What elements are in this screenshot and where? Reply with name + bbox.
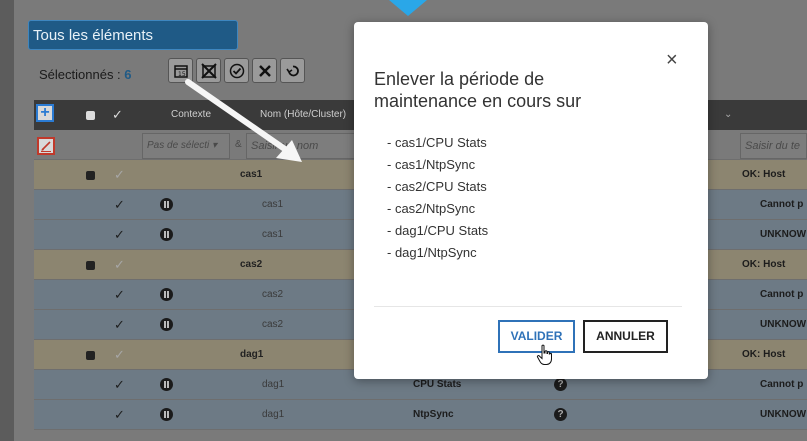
maintenance-pause-icon (160, 408, 173, 421)
annotation-arrow-icon (185, 79, 302, 162)
maintenance-pause-icon (160, 198, 173, 211)
check-icon[interactable]: ✓ (114, 160, 125, 190)
check-icon[interactable]: ✓ (114, 340, 125, 370)
host-name: dag1 (262, 379, 285, 390)
selection-label: Sélectionnés : (39, 67, 121, 82)
list-item: - cas2/CPU Stats (387, 179, 487, 194)
brush-icon (41, 141, 51, 152)
host-name: cas2 (240, 259, 263, 270)
dialog-title: Enlever la période de maintenance en cou… (374, 69, 582, 111)
page: Tous les éléments Sélectionnés : 6 15 ✓ … (0, 0, 807, 441)
hand-cursor-icon (536, 344, 552, 365)
maintenance-pause-icon (160, 228, 173, 241)
maintenance-pause-icon (160, 288, 173, 301)
service-name: NtpSync (413, 409, 454, 420)
check-icon[interactable]: ✓ (114, 400, 125, 430)
unknown-state-icon: ? (554, 378, 567, 391)
status-text: OK: Host alive (742, 259, 786, 300)
check-icon[interactable]: ✓ (114, 250, 125, 280)
maintenance-pause-icon (160, 378, 173, 391)
selection-count: 6 (124, 67, 132, 82)
status-text: Cannot p (760, 199, 804, 210)
collapse-all-icon[interactable] (86, 111, 95, 120)
status-text: Cannot p (760, 289, 804, 300)
host-name: dag1 (262, 409, 285, 420)
selection-summary: Sélectionnés : 6 (39, 67, 132, 82)
column-chevron-icon[interactable]: ⌄ (724, 100, 732, 130)
status-text: OK: Host alive (742, 349, 786, 390)
check-icon[interactable]: ✓ (114, 310, 125, 340)
check-icon[interactable]: ✓ (114, 280, 125, 310)
status-text: UNKNOW (760, 319, 807, 330)
cancel-button[interactable]: ANNULER (583, 320, 668, 353)
status-text: Cannot p (760, 379, 804, 390)
status-text: UNKNOW (760, 229, 807, 240)
collapse-icon[interactable] (86, 171, 95, 180)
list-item: - dag1/NtpSync (387, 245, 477, 260)
text-filter-input[interactable]: Saisir du te (740, 133, 807, 159)
list-item: - cas2/NtpSync (387, 201, 476, 216)
list-item: - cas1/CPU Stats (387, 135, 487, 150)
select-all-check-icon[interactable]: ✓ (112, 100, 123, 130)
check-icon[interactable]: ✓ (114, 220, 125, 250)
collapse-icon[interactable] (86, 351, 95, 360)
check-icon[interactable]: ✓ (114, 190, 125, 220)
clear-filters-button[interactable] (37, 137, 55, 155)
list-item: - cas1/NtpSync (387, 157, 476, 172)
affected-items-list: - cas1/CPU Stats - cas1/NtpSync - cas2/C… (387, 132, 488, 264)
host-name: dag1 (240, 349, 264, 360)
host-name: cas2 (262, 289, 284, 300)
status-text: OK: Host alive (742, 169, 786, 210)
unknown-state-icon: ? (554, 408, 567, 421)
pointer-triangle-icon (389, 0, 427, 16)
host-name: cas1 (262, 199, 284, 210)
remove-maintenance-dialog: × Enlever la période de maintenance en c… (354, 22, 708, 379)
dialog-divider (374, 306, 682, 307)
add-button[interactable]: + (36, 104, 54, 122)
page-title[interactable]: Tous les éléments (28, 20, 238, 50)
list-item: - dag1/CPU Stats (387, 223, 489, 238)
status-text: UNKNOW (760, 409, 807, 420)
check-icon[interactable]: ✓ (114, 370, 125, 400)
close-icon[interactable]: × (666, 49, 678, 72)
left-strip (0, 0, 14, 441)
table-row[interactable]: ✓ dag1 NtpSync? UNKNOW (34, 400, 807, 430)
maintenance-pause-icon (160, 318, 173, 331)
collapse-icon[interactable] (86, 261, 95, 270)
host-name: cas2 (262, 319, 284, 330)
host-name: cas1 (262, 229, 284, 240)
